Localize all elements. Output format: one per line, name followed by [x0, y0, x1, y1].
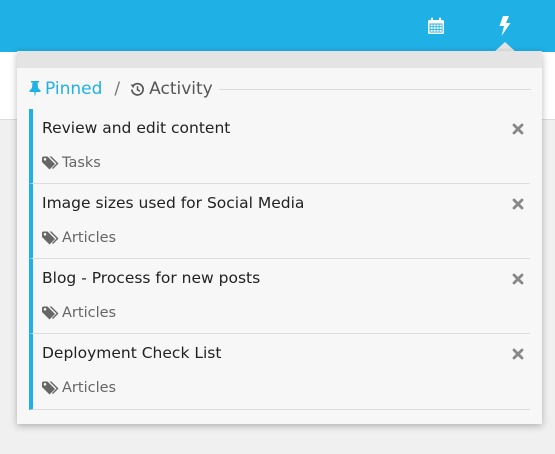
- top-navbar: [0, 0, 555, 52]
- tab-pinned-label: Pinned: [45, 79, 103, 99]
- tags-icon: [42, 231, 59, 245]
- item-tag-label: Articles: [62, 380, 117, 396]
- item-tag: Articles: [42, 380, 116, 396]
- tab-separator: /: [114, 79, 121, 99]
- close-icon[interactable]: [512, 273, 524, 285]
- item-tag-label: Articles: [62, 230, 117, 246]
- tab-activity[interactable]: Activity: [130, 79, 213, 99]
- tab-pinned[interactable]: Pinned: [29, 79, 102, 99]
- item-tag: Articles: [42, 230, 116, 246]
- tags-icon: [42, 381, 59, 395]
- item-tag: Tasks: [42, 155, 101, 171]
- item-title[interactable]: Blog - Process for new posts: [42, 269, 260, 287]
- item-title[interactable]: Review and edit content: [42, 119, 230, 137]
- pinned-list: Review and edit content Tasks Image size…: [29, 109, 530, 410]
- pin-icon: [29, 81, 41, 97]
- tags-icon: [42, 306, 59, 320]
- item-tag-label: Articles: [62, 305, 117, 321]
- list-item[interactable]: Image sizes used for Social Media Articl…: [29, 184, 530, 259]
- close-icon[interactable]: [512, 123, 524, 135]
- calendar-icon[interactable]: [423, 13, 449, 39]
- tabs-divider: [218, 88, 531, 90]
- item-title[interactable]: Image sizes used for Social Media: [42, 194, 304, 212]
- list-item[interactable]: Blog - Process for new posts Articles: [29, 259, 530, 334]
- popover-header-strip: [17, 51, 542, 68]
- item-tag-label: Tasks: [62, 155, 101, 171]
- item-tag: Articles: [42, 305, 116, 321]
- history-icon: [130, 82, 145, 96]
- pinned-activity-popover: Pinned / Activity Review and edit conten…: [17, 51, 542, 424]
- list-item[interactable]: Review and edit content Tasks: [29, 109, 530, 184]
- list-item[interactable]: Deployment Check List Articles: [29, 334, 530, 410]
- close-icon[interactable]: [512, 198, 524, 210]
- popover-tabs: Pinned / Activity: [29, 78, 531, 100]
- tab-activity-label: Activity: [149, 79, 213, 99]
- tags-icon: [42, 156, 59, 170]
- close-icon[interactable]: [512, 348, 524, 360]
- item-title[interactable]: Deployment Check List: [42, 344, 221, 362]
- bolt-icon[interactable]: [492, 13, 518, 39]
